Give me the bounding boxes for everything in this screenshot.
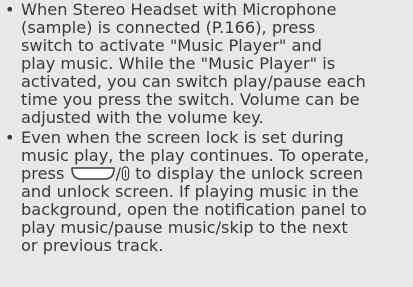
text-line: play music. While the "Music Player" is <box>21 54 336 73</box>
text-line: When Stereo Headset with Microphone <box>21 0 337 19</box>
power-key-icon <box>121 166 130 181</box>
bullet-marker: • <box>5 128 15 147</box>
text-line: music play, the play continues. To opera… <box>21 146 370 165</box>
text-line: switch to activate "Music Player" and <box>21 36 322 55</box>
bullet-item-screen-lock: • Even when the screen lock is set durin… <box>0 129 413 255</box>
text-line: and unlock screen. If playing music in t… <box>21 182 359 201</box>
text-line: activated, you can switch play/pause eac… <box>21 72 366 91</box>
text-line: adjusted with the volume key. <box>21 108 264 127</box>
text-line: background, open the notification panel … <box>21 200 367 219</box>
bullet-marker: • <box>5 0 15 19</box>
text-after-keys: to display the unlock screen <box>135 164 364 183</box>
text-line: play music/pause music/skip to the next <box>21 218 348 237</box>
text-line: or previous track. <box>21 236 164 255</box>
text-line-with-keys: press / to display the unlock screen <box>21 165 411 183</box>
text-line: Even when the screen lock is set during <box>21 128 344 147</box>
text-line: time you press the switch. Volume can be <box>21 90 360 109</box>
bullet-list: • When Stereo Headset with Microphone (s… <box>0 0 413 255</box>
bullet-item-headset: • When Stereo Headset with Microphone (s… <box>0 0 413 127</box>
wide-rounded-key-icon <box>70 166 116 181</box>
text-line: (sample) is connected (P.166), press <box>21 18 316 37</box>
text-press: press <box>21 164 65 183</box>
document-page: • When Stereo Headset with Microphone (s… <box>0 0 413 287</box>
